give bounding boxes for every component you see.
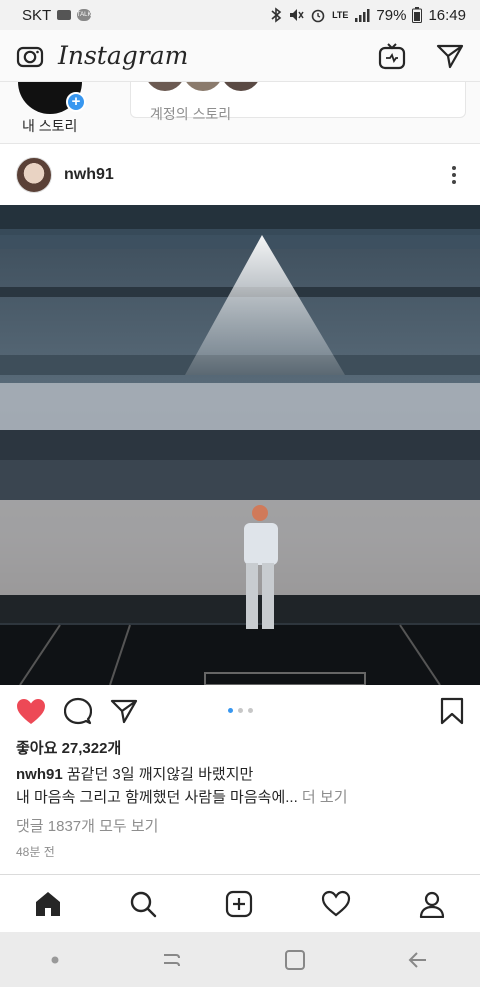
- carrier-label: SKT: [22, 6, 52, 24]
- comment-icon[interactable]: [64, 697, 92, 725]
- youtube-notification-icon: [57, 10, 72, 20]
- post-timestamp: 48분 전: [16, 845, 55, 859]
- app-header: Instagram: [0, 30, 480, 82]
- home-icon[interactable]: [34, 890, 62, 918]
- likes-count[interactable]: 좋아요 27,322개: [16, 737, 121, 758]
- story-avatar[interactable]: [219, 82, 263, 93]
- stories-tray: + 내 스토리 계정의 스토리: [0, 82, 480, 144]
- caption-username[interactable]: nwh91: [16, 766, 63, 783]
- clock: 16:49: [428, 6, 466, 24]
- bookmark-icon[interactable]: [440, 697, 464, 725]
- signal-icon: [355, 9, 370, 22]
- activity-heart-icon[interactable]: [321, 890, 351, 917]
- post-actions: [0, 690, 480, 732]
- alarm-icon: [311, 9, 325, 23]
- post-header: nwh91: [0, 145, 480, 205]
- post-caption: nwh91 꿈같던 3일 깨지않길 바랬지만 내 마음속 그리고 함께했던 사람…: [16, 763, 466, 809]
- story-avatar[interactable]: [143, 82, 187, 93]
- carousel-dot: [248, 708, 253, 713]
- direct-message-icon[interactable]: [436, 43, 464, 69]
- my-story-label: 내 스토리: [22, 118, 78, 134]
- app-title: Instagram: [58, 41, 189, 70]
- battery-percent: 79%: [376, 6, 407, 24]
- battery-icon: [412, 7, 423, 23]
- network-label: LTE: [332, 10, 349, 20]
- stories-card-label: 계정의 스토리: [150, 106, 232, 122]
- new-post-icon[interactable]: [225, 890, 253, 918]
- back-icon[interactable]: [406, 949, 430, 971]
- carousel-dot: [228, 708, 233, 713]
- mute-icon: [290, 9, 304, 21]
- view-all-comments-link[interactable]: 댓글 1837개 모두 보기: [16, 815, 158, 836]
- nav-dot-icon[interactable]: [50, 955, 60, 965]
- post-author-username[interactable]: nwh91: [64, 166, 114, 184]
- story-avatar[interactable]: [181, 82, 225, 93]
- bluetooth-icon: [271, 7, 282, 23]
- igtv-icon[interactable]: [378, 42, 406, 70]
- recent-apps-icon[interactable]: [160, 949, 184, 971]
- post-image[interactable]: [0, 205, 480, 685]
- bottom-tab-bar: [0, 874, 480, 932]
- like-heart-icon[interactable]: [16, 698, 46, 725]
- caption-line-2: 내 마음속 그리고 함께했던 사람들 마음속에...: [16, 789, 298, 806]
- add-story-icon[interactable]: +: [66, 92, 86, 112]
- home-button-icon[interactable]: [284, 949, 306, 971]
- talk-notification-icon: TALK: [77, 9, 91, 21]
- status-bar: SKT TALK LTE 79% 16:49: [0, 0, 480, 30]
- carousel-indicator: [228, 708, 253, 713]
- carousel-dot: [238, 708, 243, 713]
- post-author-avatar[interactable]: [16, 157, 52, 193]
- profile-icon[interactable]: [418, 890, 446, 918]
- caption-more-link[interactable]: 더 보기: [302, 789, 348, 806]
- system-navigation-bar: [0, 932, 480, 987]
- share-icon[interactable]: [110, 698, 138, 724]
- search-icon[interactable]: [129, 890, 157, 918]
- caption-line-1: 꿈같던 3일 깨지않길 바랬지만: [66, 766, 254, 783]
- camera-icon[interactable]: [16, 43, 44, 69]
- post-options-icon[interactable]: [444, 162, 464, 188]
